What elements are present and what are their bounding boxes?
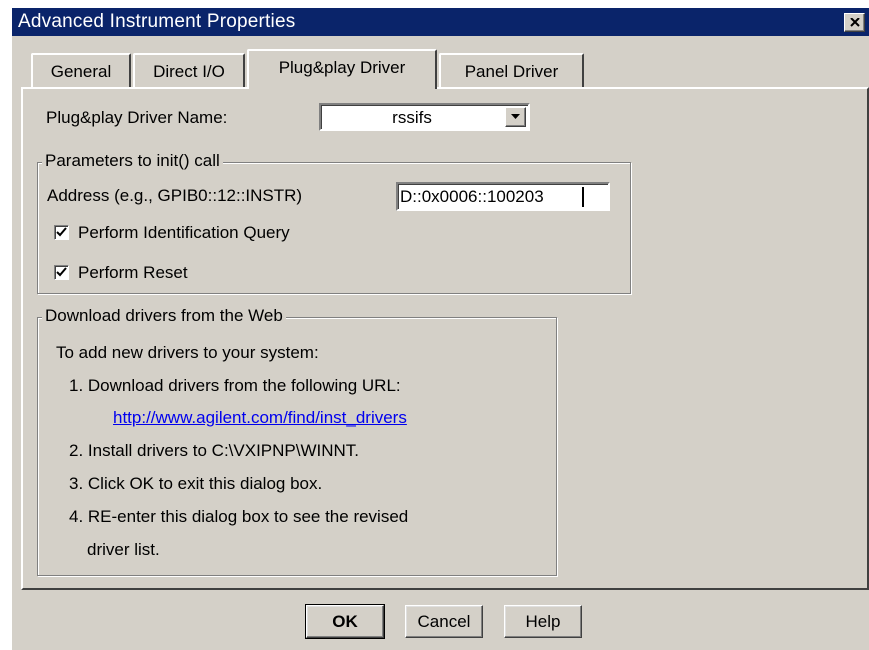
perform-reset-label[interactable]: Perform Reset — [78, 263, 188, 283]
driver-name-label: Plug&play Driver Name: — [46, 108, 228, 127]
help-button[interactable]: Help — [504, 605, 582, 638]
tab-plug-play-driver-label: Plug&play Driver — [278, 58, 406, 77]
download-step-4: 4. RE-enter this dialog box to see the r… — [69, 507, 409, 526]
checkmark-icon — [56, 267, 67, 277]
advanced-instrument-properties-dialog: Advanced Instrument Properties General D… — [10, 6, 869, 650]
tab-general[interactable]: General — [31, 53, 131, 89]
perform-reset-checkbox[interactable] — [54, 265, 69, 280]
download-step-3: 3. Click OK to exit this dialog box. — [69, 474, 323, 493]
download-step-4-continued: driver list. — [87, 540, 160, 559]
download-drivers-title: Download drivers from the Web — [42, 306, 286, 326]
title-bar[interactable]: Advanced Instrument Properties — [12, 8, 869, 36]
driver-name-value: rssifs — [392, 108, 432, 127]
tab-direct-io[interactable]: Direct I/O — [133, 53, 245, 89]
address-label: Address (e.g., GPIB0::12::INSTR) — [47, 186, 303, 205]
identification-query-label[interactable]: Perform Identification Query — [78, 223, 290, 243]
chevron-down-icon — [511, 114, 520, 119]
cancel-button-label: Cancel — [417, 612, 471, 631]
close-button[interactable] — [844, 13, 865, 32]
tab-plug-play-driver[interactable]: Plug&play Driver — [247, 49, 437, 89]
cancel-button[interactable]: Cancel — [405, 605, 483, 638]
download-step-1: 1. Download drivers from the following U… — [69, 376, 401, 395]
address-value: D::0x0006::100203 — [400, 187, 544, 206]
driver-name-dropdown[interactable]: rssifs — [319, 103, 530, 131]
help-button-label: Help — [525, 612, 561, 631]
window-title: Advanced Instrument Properties — [18, 11, 296, 32]
close-icon — [850, 18, 860, 27]
download-step-2: 2. Install drivers to C:\VXIPNP\WINNT. — [69, 441, 360, 460]
address-input[interactable]: D::0x0006::100203 — [396, 182, 610, 211]
checkmark-icon — [56, 227, 67, 237]
ok-button[interactable]: OK — [305, 604, 385, 639]
tab-panel-driver[interactable]: Panel Driver — [439, 53, 584, 89]
ok-button-label: OK — [332, 612, 358, 631]
tab-panel-driver-label: Panel Driver — [464, 62, 559, 81]
identification-query-checkbox[interactable] — [54, 225, 69, 240]
inst-drivers-link[interactable]: http://www.agilent.com/find/inst_drivers — [113, 408, 407, 428]
download-intro-text: To add new drivers to your system: — [56, 343, 319, 362]
tab-general-label: General — [50, 62, 112, 81]
init-parameters-title: Parameters to init() call — [42, 151, 223, 171]
dropdown-arrow-button[interactable] — [505, 107, 526, 127]
tab-direct-io-label: Direct I/O — [153, 62, 225, 81]
text-cursor — [582, 187, 584, 207]
